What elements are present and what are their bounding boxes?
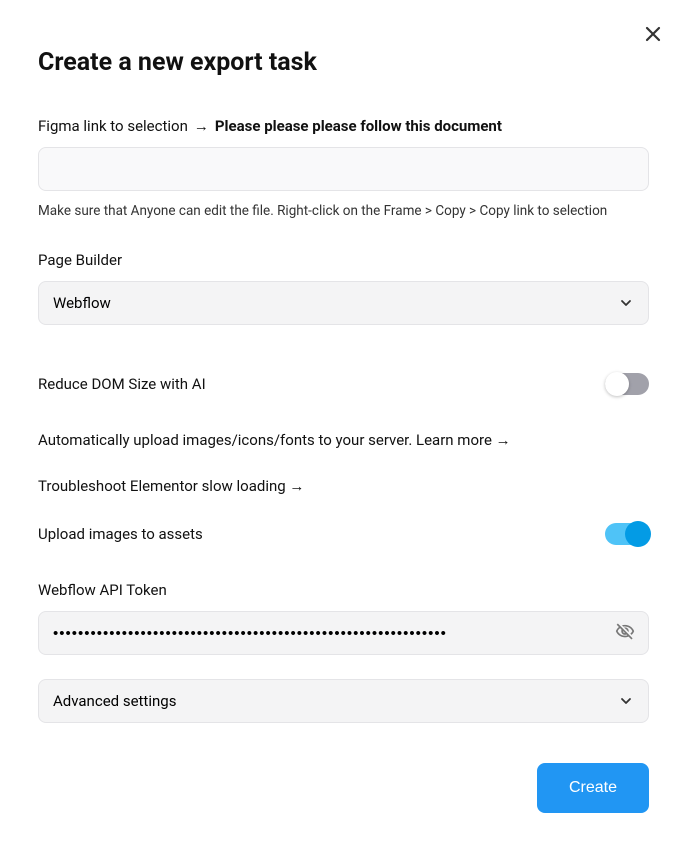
api-token-input[interactable] [38,611,649,655]
reduce-dom-row: Reduce DOM Size with AI [38,373,649,395]
auto-upload-link[interactable]: Automatically upload images/icons/fonts … [38,431,649,449]
figma-link-helper: Make sure that Anyone can edit the file.… [38,203,649,219]
page-builder-selected: Webflow [53,294,111,312]
chevron-down-icon [618,295,634,311]
page-builder-select[interactable]: Webflow [38,281,649,325]
page-builder-label: Page Builder [38,251,649,269]
reduce-dom-label: Reduce DOM Size with AI [38,375,206,393]
upload-images-toggle[interactable] [605,523,649,545]
advanced-settings-label: Advanced settings [53,692,176,710]
figma-link-label: Figma link to selection [38,117,188,135]
dialog-footer: Create [38,763,649,813]
export-task-dialog: Create a new export task Figma link to s… [0,0,687,851]
chevron-down-icon [618,693,634,709]
close-button[interactable] [639,20,667,48]
eye-off-icon [615,622,635,642]
toggle-visibility-button[interactable] [611,618,639,649]
reduce-dom-toggle[interactable] [605,373,649,395]
follow-document-link[interactable]: Please please please follow this documen… [215,117,502,135]
dialog-title: Create a new export task [38,48,649,77]
figma-link-label-row: Figma link to selection → Please please … [38,117,649,135]
toggle-knob [605,372,629,396]
arrow-right-icon: → [194,117,209,135]
troubleshoot-link[interactable]: Troubleshoot Elementor slow loading → [38,477,649,495]
upload-images-row: Upload images to assets [38,523,649,545]
advanced-settings-toggle[interactable]: Advanced settings [38,679,649,723]
figma-link-input[interactable] [38,147,649,191]
close-icon [643,24,663,44]
toggle-knob [625,521,651,547]
api-token-label: Webflow API Token [38,581,649,599]
upload-images-label: Upload images to assets [38,525,203,543]
create-button[interactable]: Create [537,763,649,813]
